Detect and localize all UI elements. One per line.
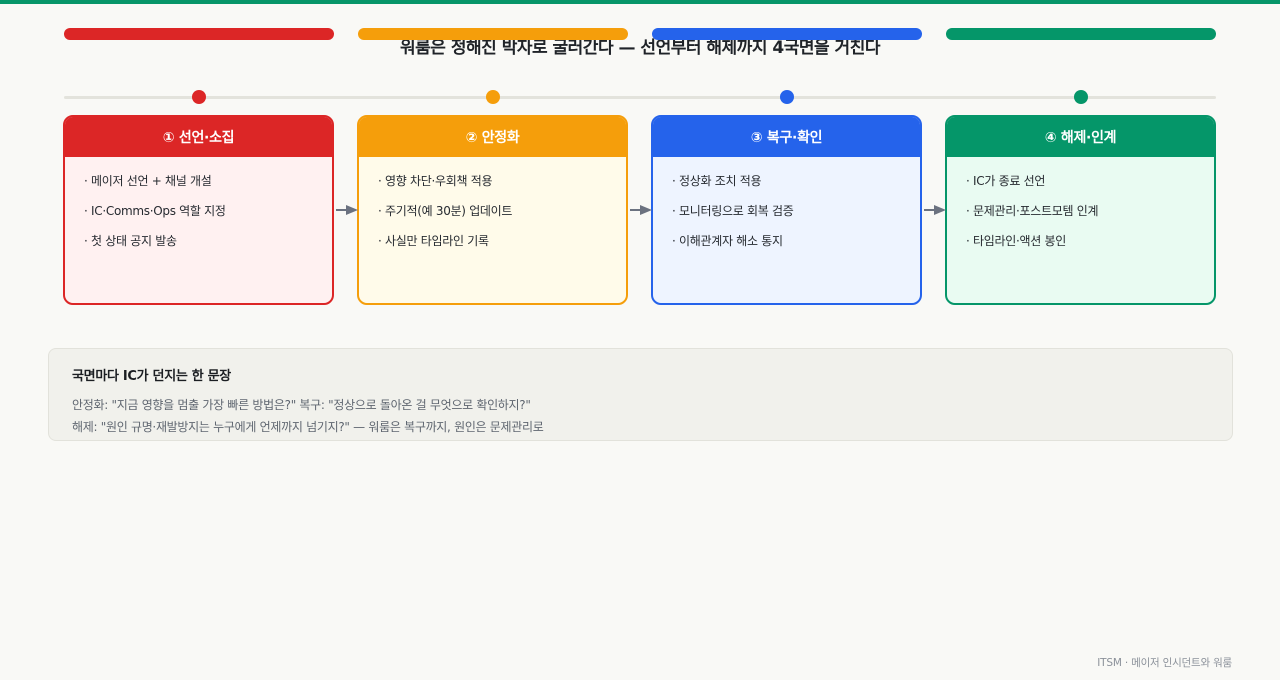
top-accent-rule [0,0,1280,4]
timeline-track [64,96,1216,99]
phase-item: · 이해관계자 해소 통지 [672,234,783,248]
phase-item: · 모니터링으로 회복 검증 [672,204,794,218]
phase-item-list: · 영향 차단·우회책 적용 · 주기적(예 30분) 업데이트 · 사실만 타… [359,157,626,262]
arrow-right-icon [336,205,358,215]
phase-card-recover: ③ 복구·확인 · 정상화 조치 적용 · 모니터링으로 회복 검증 · 이해관… [651,115,922,305]
phase-item-list: · IC가 종료 선언 · 문제관리·포스트모템 인계 · 타임라인·액션 봉인 [947,157,1214,262]
phase-card-release: ④ 해제·인계 · IC가 종료 선언 · 문제관리·포스트모템 인계 · 타임… [945,115,1216,305]
phase-3-color-bar [652,28,922,40]
phase-card-header: ③ 복구·확인 [653,117,920,157]
phase-item-list: · 메이저 선언 + 채널 개설 · IC·Comms·Ops 역할 지정 · … [65,157,332,262]
phase-item: · 문제관리·포스트모템 인계 [966,204,1099,218]
phase-4-timeline-dot [1074,90,1088,104]
phase-card-stabilize: ② 안정화 · 영향 차단·우회책 적용 · 주기적(예 30분) 업데이트 ·… [357,115,628,305]
arrow-right-icon [924,205,946,215]
phase-card-declare: ① 선언·소집 · 메이저 선언 + 채널 개설 · IC·Comms·Ops … [63,115,334,305]
phase-4-color-bar [946,28,1216,40]
phase-item-list: · 정상화 조치 적용 · 모니터링으로 회복 검증 · 이해관계자 해소 통지 [653,157,920,262]
phase-item: · 타임라인·액션 봉인 [966,234,1066,248]
phase-2-color-bar [358,28,628,40]
note-line: 해제: "원인 규명·재발방지는 누구에게 언제까지 넘기지?" — 워룸은 복… [72,420,544,434]
phase-card-header: ④ 해제·인계 [947,117,1214,157]
phase-1-timeline-dot [192,90,206,104]
ic-question-note: 국면마다 IC가 던지는 한 문장 안정화: "지금 영향을 멈출 가장 빠른 … [48,348,1233,441]
phase-card-header: ① 선언·소집 [65,117,332,157]
phase-item: · 영향 차단·우회책 적용 [378,174,493,188]
note-title: 국면마다 IC가 던지는 한 문장 [72,369,231,384]
footer-caption: ITSM · 메이저 인시던트와 워룸 [1097,657,1232,669]
phase-item: · 주기적(예 30분) 업데이트 [378,204,513,218]
phase-item: · IC가 종료 선언 [966,174,1046,188]
arrow-right-icon [630,205,652,215]
phase-item: · 첫 상태 공지 발송 [84,234,177,248]
phase-2-timeline-dot [486,90,500,104]
phase-card-header: ② 안정화 [359,117,626,157]
phase-item: · IC·Comms·Ops 역할 지정 [84,204,226,218]
phase-item: · 메이저 선언 + 채널 개설 [84,174,212,188]
note-line: 안정화: "지금 영향을 멈출 가장 빠른 방법은?" 복구: "정상으로 돌아… [72,398,531,412]
phase-item: · 사실만 타임라인 기록 [378,234,489,248]
phase-item: · 정상화 조치 적용 [672,174,762,188]
phase-1-color-bar [64,28,334,40]
phase-3-timeline-dot [780,90,794,104]
